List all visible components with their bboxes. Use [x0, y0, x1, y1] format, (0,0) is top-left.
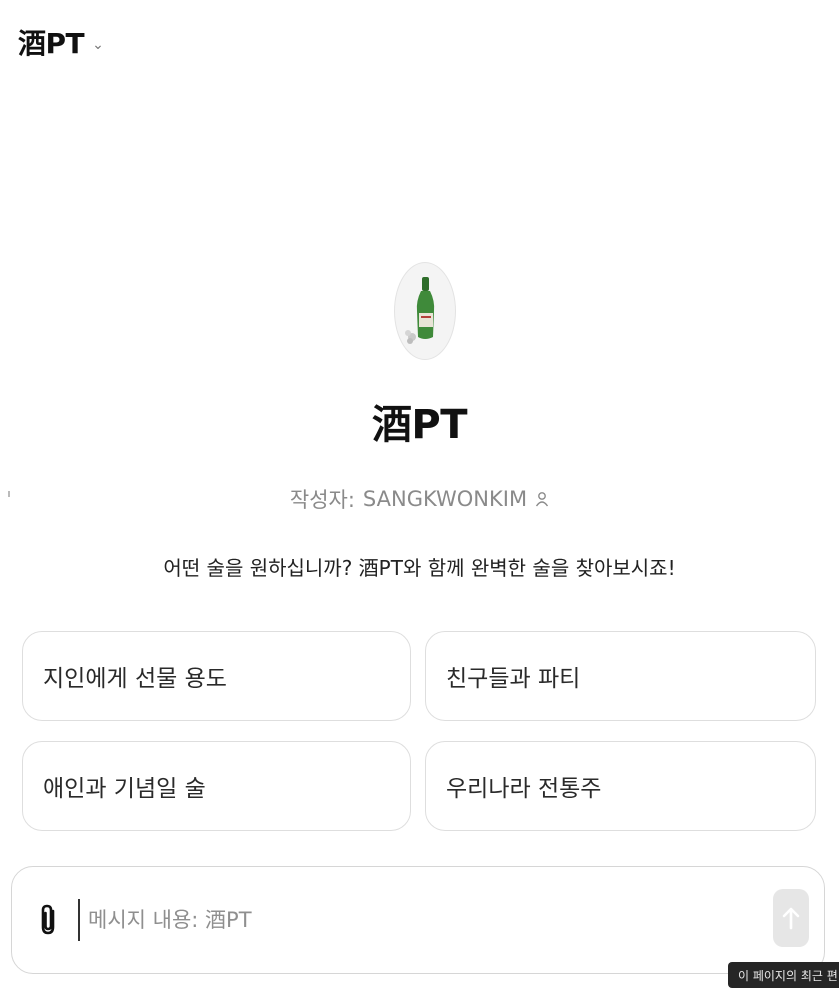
gpt-description: 어떤 술을 원하십니까? 酒PT와 함께 완벽한 술을 찾아보시죠!	[163, 556, 676, 580]
chevron-down-icon: ⌄	[92, 37, 104, 53]
prompt-card-party[interactable]: 친구들과 파티	[425, 631, 816, 721]
prompt-label: 애인과 기념일 술	[43, 776, 206, 802]
author-prefix: 작성자:	[289, 488, 355, 512]
arrow-up-icon	[782, 907, 800, 930]
prompt-label: 우리나라 전통주	[446, 776, 602, 802]
history-toast[interactable]: 이 페이지의 최근 편	[728, 962, 839, 988]
prompt-card-anniversary[interactable]: 애인과 기념일 술	[22, 741, 411, 831]
prompt-card-traditional[interactable]: 우리나라 전통주	[425, 741, 816, 831]
author-line: 작성자: SANGKWONKIM	[0, 484, 839, 514]
send-button[interactable]	[773, 889, 809, 947]
prompt-label: 지인에게 선물 용도	[43, 666, 227, 692]
gpt-avatar	[394, 262, 456, 360]
gpt-name: 酒PT	[371, 402, 468, 448]
author-name: SANGKWONKIM	[362, 487, 528, 511]
soju-bottle-icon	[405, 277, 435, 344]
gpt-switcher[interactable]: 酒PT ⌄	[18, 22, 104, 62]
toast-text: 이 페이지의 최근 편	[738, 968, 838, 983]
prompt-card-gift[interactable]: 지인에게 선물 용도	[22, 631, 411, 721]
app-title: 酒PT	[18, 27, 85, 60]
paperclip-icon[interactable]	[36, 903, 62, 937]
message-input[interactable]	[78, 899, 698, 941]
message-composer	[11, 866, 825, 974]
prompt-label: 친구들과 파티	[446, 666, 581, 692]
person-icon	[535, 491, 549, 507]
